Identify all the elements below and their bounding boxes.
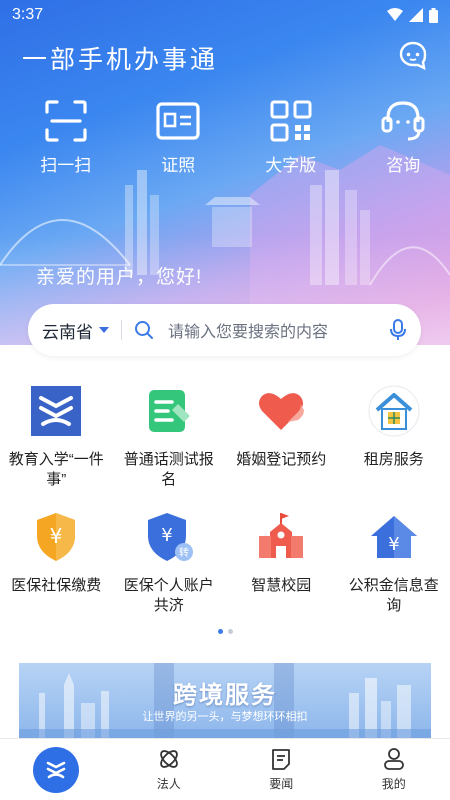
legal-person-icon — [159, 750, 178, 768]
province-label: 云南省 — [42, 322, 93, 342]
nav-label: 要闻 — [269, 777, 294, 791]
service-housing-fund[interactable]: ¥ 公积金信息查询 — [338, 510, 450, 636]
quick-action-label: 扫一扫 — [40, 156, 92, 175]
large-text-icon — [270, 100, 312, 142]
quick-action-label: 咨询 — [386, 156, 421, 175]
service-smart-campus[interactable]: 智慧校园 — [225, 510, 338, 636]
service-label: 医保社保缴费 — [11, 577, 102, 594]
promo-banner[interactable]: 跨境服务 让世界的另一头，与梦想环环相扣 — [19, 663, 431, 743]
quick-action-label: 大字版 — [265, 156, 317, 175]
search-input[interactable]: 请输入您要搜索的内容 — [168, 318, 389, 342]
svg-text:¥: ¥ — [50, 524, 63, 548]
scan-icon — [45, 100, 87, 142]
status-bar: 3:37 — [0, 0, 450, 30]
search-divider — [121, 320, 122, 340]
chat-bubble-icon[interactable] — [398, 40, 428, 70]
service-label: 公积金信息查询 — [348, 577, 439, 614]
svg-text:转: 转 — [179, 546, 189, 559]
nav-label: 我的 — [381, 777, 406, 791]
service-label: 医保个人账户共济 — [123, 577, 214, 614]
heart-icon — [259, 393, 305, 430]
app-title: 一部手机办事通 — [22, 45, 219, 74]
search-icon — [135, 321, 153, 339]
service-label: 教育入学“一件事” — [8, 451, 104, 488]
search-bar: 云南省 请输入您要搜索的内容 — [28, 304, 421, 356]
news-icon — [272, 749, 291, 770]
microphone-icon[interactable] — [389, 319, 407, 341]
bottom-nav: 法人 要闻 我的 — [0, 738, 450, 800]
banner-subtitle: 让世界的另一头，与梦想环环相扣 — [142, 710, 308, 723]
svg-text:¥: ¥ — [388, 534, 399, 555]
service-row: ¥ 医保社保缴费 ¥ 转 医保个人账户共济 智慧校园 ¥ 公积金信息查询 — [0, 510, 450, 636]
page-dot[interactable] — [227, 629, 233, 634]
nav-legal-person[interactable]: 法人 — [113, 739, 226, 800]
app-screen: 3:37 一部手机办事通 扫一扫 证照 大字版 咨询 亲爱的用户，您好! 云南省… — [0, 0, 450, 800]
service-social-insurance[interactable]: ¥ 医保社保缴费 — [0, 510, 113, 636]
chevron-down-icon — [99, 327, 109, 333]
quick-action-scan[interactable]: 扫一扫 — [19, 98, 113, 176]
house-yuan-icon: ¥ — [370, 516, 417, 558]
profile-icon — [383, 748, 404, 770]
status-time: 3:37 — [12, 6, 44, 23]
quick-actions: 扫一扫 证照 大字版 咨询 — [0, 98, 450, 176]
hero-banner: 3:37 一部手机办事通 扫一扫 证照 大字版 咨询 亲爱的用户，您好! — [0, 0, 450, 345]
service-medical-account-share[interactable]: ¥ 转 医保个人账户共济 — [113, 510, 226, 636]
greeting-text: 亲爱的用户，您好! — [36, 267, 203, 288]
service-education-enrollment[interactable]: 教育入学“一件事” — [0, 384, 113, 510]
house-icon — [368, 385, 420, 437]
shield-transfer-icon: ¥ 转 — [147, 513, 193, 561]
wifi-icon — [387, 8, 403, 21]
shield-yuan-icon: ¥ — [37, 513, 76, 561]
banner-title: 跨境服务 — [173, 682, 277, 709]
page-indicator — [0, 629, 450, 634]
quick-action-large-text[interactable]: 大字版 — [244, 98, 338, 176]
test-signup-icon — [148, 390, 190, 432]
signal-icon — [409, 8, 423, 22]
service-label: 婚姻登记预约 — [236, 451, 327, 468]
quick-action-certificates[interactable]: 证照 — [132, 98, 226, 176]
service-label: 租房服务 — [363, 451, 424, 468]
service-grid: 教育入学“一件事” 普通话测试报名 婚姻登记预约 租房服务 ¥ 医保社保缴费 ¥… — [0, 384, 450, 636]
service-row: 教育入学“一件事” 普通话测试报名 婚姻登记预约 租房服务 — [0, 384, 450, 510]
battery-icon — [429, 7, 438, 23]
page-dot-active[interactable] — [217, 629, 223, 634]
nav-home[interactable] — [0, 739, 113, 800]
nav-news[interactable]: 要闻 — [225, 739, 338, 800]
education-icon — [31, 386, 82, 436]
service-label: 普通话测试报名 — [123, 451, 214, 488]
home-logo-icon — [33, 746, 80, 793]
quick-action-label: 证照 — [161, 156, 196, 175]
service-label: 智慧校园 — [251, 577, 312, 594]
quick-action-consult[interactable]: 咨询 — [357, 98, 450, 176]
status-icons — [387, 7, 438, 23]
nav-profile[interactable]: 我的 — [338, 739, 450, 800]
province-selector[interactable]: 云南省 — [42, 318, 109, 343]
svg-text:¥: ¥ — [161, 525, 172, 546]
service-marriage-appointment[interactable]: 婚姻登记预约 — [225, 384, 338, 510]
school-icon — [259, 513, 304, 558]
nav-label: 法人 — [156, 777, 181, 791]
service-mandarin-test[interactable]: 普通话测试报名 — [113, 384, 226, 510]
headset-icon — [381, 101, 425, 141]
service-rental[interactable]: 租房服务 — [338, 384, 450, 510]
id-card-icon — [156, 102, 200, 140]
